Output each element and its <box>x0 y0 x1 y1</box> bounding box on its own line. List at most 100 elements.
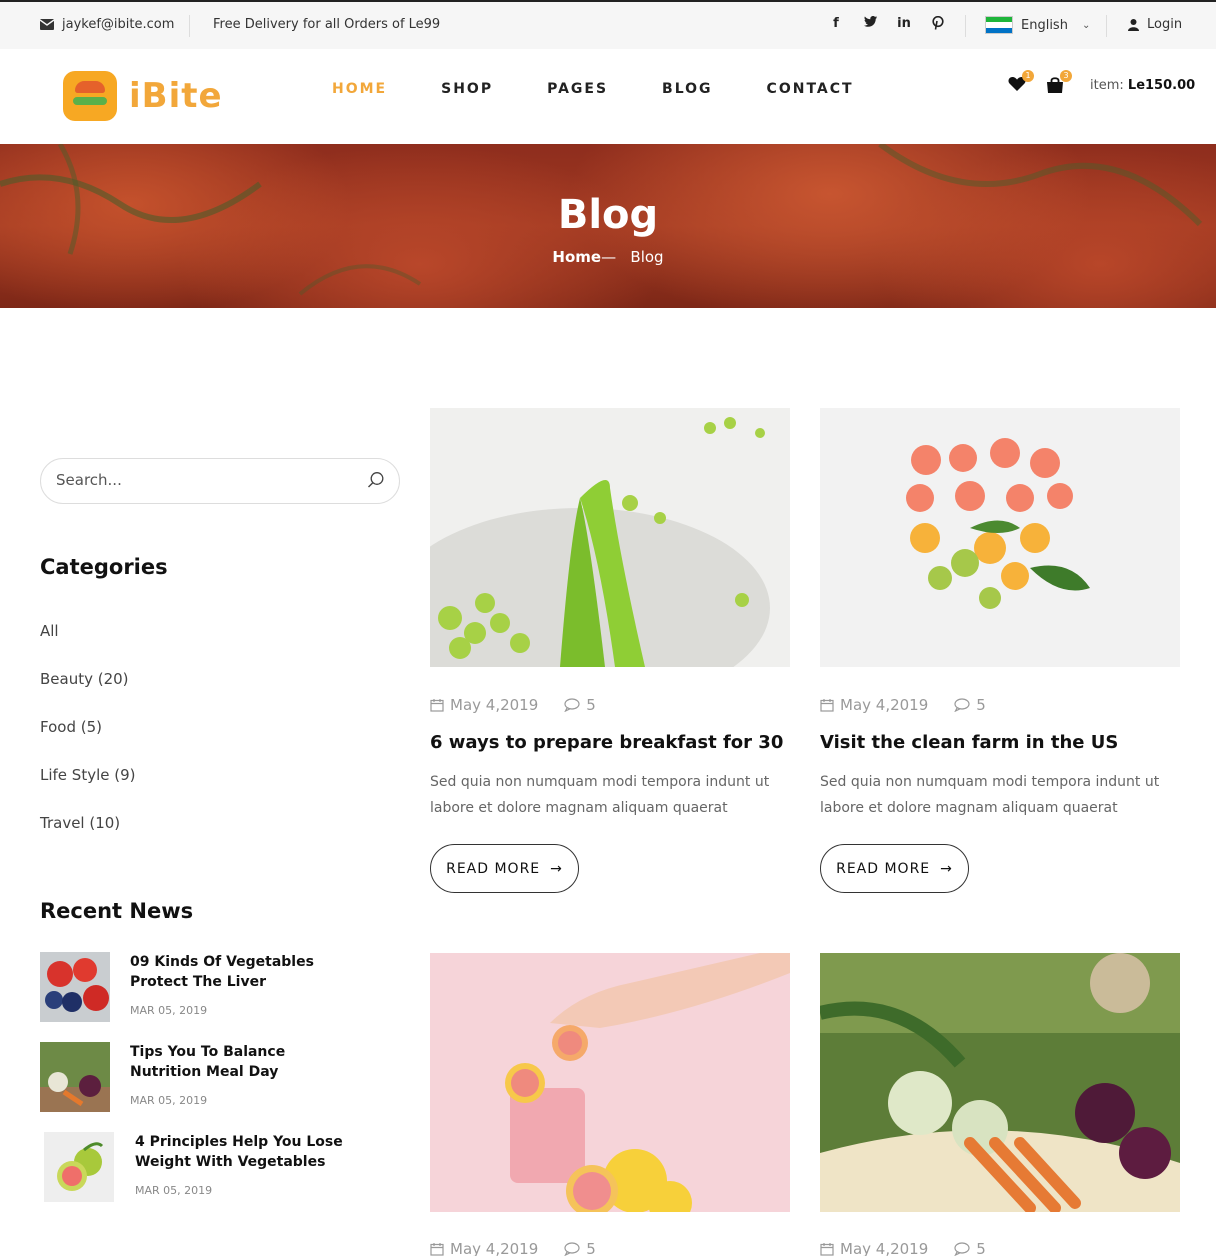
nav-shop[interactable]: SHOP <box>441 81 493 97</box>
guava-thumbnail <box>44 1132 114 1202</box>
divider <box>965 15 966 37</box>
post-date: May 4,2019 <box>450 696 539 714</box>
calendar-icon <box>820 1243 834 1256</box>
citrus-post-image[interactable] <box>820 408 1180 667</box>
divider <box>189 15 190 37</box>
recent-news-title[interactable]: Tips You To Balance Nutrition Meal Day <box>130 1042 350 1082</box>
read-more-label: READ MORE <box>836 860 931 877</box>
cart-total-amount: Le150.00 <box>1127 78 1196 93</box>
nav-pages[interactable]: PAGES <box>547 81 608 97</box>
main-header: iBite HOME SHOP PAGES BLOG CONTACT 1 3 i… <box>0 49 1216 144</box>
nav-contact[interactable]: CONTACT <box>767 81 854 97</box>
page-hero-banner: Blog Home— Blog <box>0 144 1216 308</box>
post-meta: May 4,2019 5 <box>820 1240 986 1256</box>
logo-text: iBite <box>129 76 223 116</box>
category-item[interactable]: Travel (10) <box>40 814 136 862</box>
email-contact[interactable]: jaykef@ibite.com <box>40 17 174 32</box>
comment-count: 5 <box>976 1240 986 1256</box>
chevron-down-icon: ⌄ <box>1081 19 1091 31</box>
calendar-icon <box>430 1243 444 1256</box>
header-icons: 1 3 <box>1008 70 1072 94</box>
linkedin-icon[interactable]: in <box>896 16 912 34</box>
top-bar: jaykef@ibite.com Free Delivery for all O… <box>0 0 1216 49</box>
wishlist-button[interactable]: 1 <box>1008 70 1034 94</box>
cart-total-label: item: <box>1090 78 1124 93</box>
email-text: jaykef@ibite.com <box>62 17 175 32</box>
post-title[interactable]: Visit the clean farm in the US <box>820 732 1118 753</box>
post-date: May 4,2019 <box>840 1240 929 1256</box>
site-logo[interactable]: iBite <box>63 71 223 121</box>
read-more-button[interactable]: READ MORE → <box>430 844 579 893</box>
blog-post-card: May 4,2019 5 6 ways to prepare breakfast… <box>430 408 790 893</box>
berries-thumbnail <box>40 952 110 1022</box>
login-link[interactable]: Login <box>1128 17 1182 32</box>
recent-news-title[interactable]: 4 Principles Help You Lose Weight With V… <box>135 1132 355 1172</box>
read-more-button[interactable]: READ MORE → <box>820 844 969 893</box>
recent-news-item[interactable]: 09 Kinds Of Vegetables Protect The Liver… <box>40 952 370 1022</box>
page-title: Blog <box>557 192 659 238</box>
recent-news-date: MAR 05, 2019 <box>135 1184 213 1197</box>
recent-news-heading: Recent News <box>40 899 194 923</box>
post-title[interactable]: 6 ways to prepare breakfast for 30 <box>430 732 783 753</box>
wishlist-count-badge: 1 <box>1022 70 1034 82</box>
post-date: May 4,2019 <box>450 1240 539 1256</box>
post-meta: May 4,2019 5 <box>820 696 986 714</box>
calendar-icon <box>430 699 444 712</box>
categories-heading: Categories <box>40 555 168 579</box>
recent-news-date: MAR 05, 2019 <box>130 1094 208 1107</box>
cart-button[interactable]: 3 <box>1046 70 1072 94</box>
comment-icon <box>954 1242 970 1256</box>
envelope-icon <box>40 19 54 30</box>
language-selector[interactable]: English ⌄ <box>985 16 1090 34</box>
burger-logo-icon <box>63 71 117 121</box>
read-more-label: READ MORE <box>446 860 541 877</box>
post-meta: May 4,2019 5 <box>430 1240 596 1256</box>
comment-icon <box>954 698 970 712</box>
blog-post-card: May 4,2019 5 <box>430 953 790 1256</box>
delivery-notice: Free Delivery for all Orders of Le99 <box>213 17 441 32</box>
recent-news-item[interactable]: 4 Principles Help You Lose Weight With V… <box>40 1132 370 1202</box>
cart-total[interactable]: item: Le150.00 <box>1090 78 1195 93</box>
category-item[interactable]: Life Style (9) <box>40 766 136 814</box>
divider <box>1106 15 1107 37</box>
facebook-icon[interactable]: f <box>828 16 844 34</box>
nav-blog[interactable]: BLOG <box>662 81 713 97</box>
category-item[interactable]: Beauty (20) <box>40 670 136 718</box>
cart-count-badge: 3 <box>1060 70 1072 82</box>
twitter-icon[interactable] <box>862 16 878 34</box>
nav-home[interactable]: HOME <box>332 81 387 97</box>
category-item[interactable]: Food (5) <box>40 718 136 766</box>
peas-post-image[interactable] <box>430 408 790 667</box>
comment-icon <box>564 698 580 712</box>
login-label: Login <box>1147 17 1183 32</box>
calendar-icon <box>820 699 834 712</box>
vegetable-basket-post-image[interactable] <box>820 953 1180 1212</box>
grapefruit-drink-post-image[interactable] <box>430 953 790 1212</box>
social-links: f in <box>828 15 946 34</box>
comment-count: 5 <box>586 696 596 714</box>
recent-news-title[interactable]: 09 Kinds Of Vegetables Protect The Liver <box>130 952 350 992</box>
blog-post-card: May 4,2019 5 Visit the clean farm in the… <box>820 408 1180 893</box>
comment-count: 5 <box>976 696 986 714</box>
post-meta: May 4,2019 5 <box>430 696 596 714</box>
breadcrumb-separator: — <box>601 248 617 266</box>
search-input[interactable] <box>56 471 346 489</box>
recent-news-date: MAR 05, 2019 <box>130 1004 208 1017</box>
post-date: May 4,2019 <box>840 696 929 714</box>
recent-news-item[interactable]: Tips You To Balance Nutrition Meal Day M… <box>40 1042 370 1112</box>
comment-count: 5 <box>586 1240 596 1256</box>
language-label: English <box>1021 17 1068 33</box>
category-item[interactable]: All <box>40 622 136 670</box>
user-icon <box>1128 18 1139 31</box>
categories-list: All Beauty (20) Food (5) Life Style (9) … <box>40 622 136 862</box>
arrow-right-icon: → <box>940 860 953 877</box>
breadcrumb-current: Blog <box>630 248 664 266</box>
post-excerpt: Sed quia non numquam modi tempora indunt… <box>430 774 770 816</box>
breadcrumb: Home— Blog <box>0 248 1216 266</box>
breadcrumb-home[interactable]: Home <box>552 248 601 266</box>
main-nav: HOME SHOP PAGES BLOG CONTACT <box>332 81 908 97</box>
search-box <box>40 458 400 504</box>
search-icon[interactable] <box>367 471 385 489</box>
post-excerpt: Sed quia non numquam modi tempora indunt… <box>820 774 1160 816</box>
pinterest-icon[interactable] <box>930 15 946 34</box>
